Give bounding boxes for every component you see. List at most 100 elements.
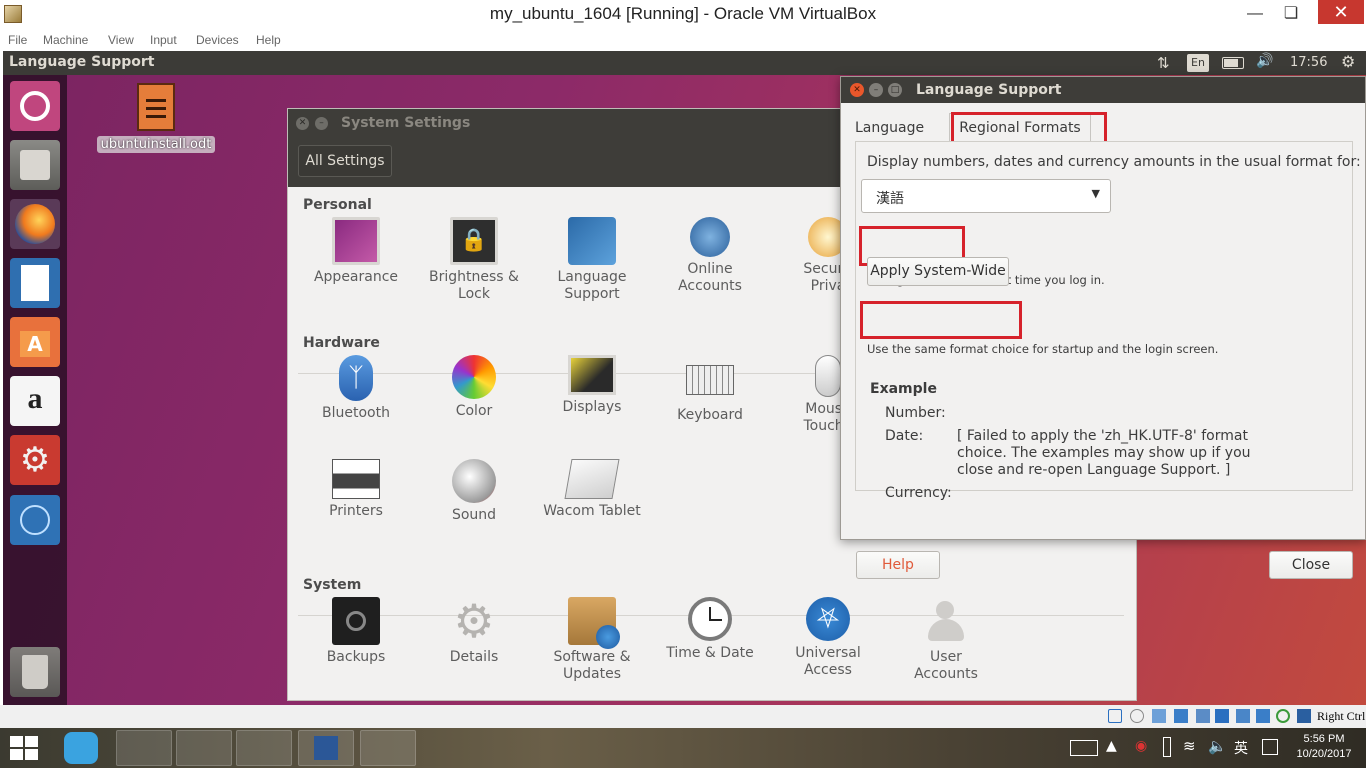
section-hardware: Hardware <box>303 335 380 351</box>
taskbar-file-explorer[interactable] <box>236 730 292 766</box>
action-center-icon[interactable] <box>1262 739 1278 755</box>
settings-item-brightness-lock[interactable]: 🔒 Brightness & Lock <box>415 217 533 303</box>
settings-item-time-date[interactable]: Time & Date <box>651 597 769 662</box>
settings-item-printers[interactable]: Printers <box>297 459 415 520</box>
item-label-line2: Lock <box>458 286 490 302</box>
item-label-line2: Support <box>564 286 620 302</box>
input-method-indicator[interactable]: En <box>1187 54 1209 72</box>
keyboard-icon[interactable] <box>1070 740 1098 756</box>
settings-item-keyboard[interactable]: Keyboard <box>651 355 769 424</box>
taskbar-date: 10/20/2017 <box>1296 748 1352 760</box>
host-key-label[interactable]: Right Ctrl <box>1317 709 1365 724</box>
settings-item-displays[interactable]: Displays <box>533 355 651 416</box>
all-settings-button[interactable]: All Settings <box>298 145 392 177</box>
format-select[interactable]: 漢語 ▼ <box>861 179 1111 213</box>
menu-help[interactable]: Help <box>256 33 281 47</box>
clock[interactable]: 17:56 <box>1290 55 1327 70</box>
taskbar-clock[interactable]: 5:56 PM 10/20/2017 <box>1292 732 1356 762</box>
minimize-icon[interactable]: – <box>315 117 328 130</box>
recording-icon[interactable] <box>1256 709 1270 723</box>
settings-item-universal-access[interactable]: ⛧ Universal Access <box>769 597 887 679</box>
amazon-icon[interactable]: a <box>10 376 60 426</box>
trash-icon[interactable] <box>10 647 60 697</box>
universal-access-icon: ⛧ <box>806 597 850 641</box>
item-label: Appearance <box>313 269 399 285</box>
settings-item-backups[interactable]: Backups <box>297 597 415 666</box>
appearance-icon <box>332 217 380 265</box>
settings-item-language-support[interactable]: Language Support <box>533 217 651 303</box>
volume-icon[interactable]: 🔈 <box>1208 737 1227 755</box>
gear-icon[interactable]: ⚙ <box>1341 52 1355 71</box>
tab-language[interactable]: Language <box>855 120 924 136</box>
keyboard-icon <box>686 365 734 395</box>
item-label: Keyboard <box>677 407 743 423</box>
settings-item-wacom-tablet[interactable]: Wacom Tablet <box>533 459 651 520</box>
shared-folders-icon[interactable] <box>1215 709 1229 723</box>
menu-devices[interactable]: Devices <box>196 33 239 47</box>
tray-arrow-icon[interactable]: ▲ <box>1106 738 1117 754</box>
mouse-integration-icon[interactable] <box>1297 709 1311 723</box>
antivirus-icon[interactable]: ◉ <box>1135 738 1147 754</box>
taskbar-virtualbox[interactable] <box>176 730 232 766</box>
help-button[interactable]: Help <box>856 551 940 579</box>
taskbar-word[interactable] <box>298 730 354 766</box>
display-icon[interactable] <box>1236 709 1250 723</box>
ubuntu-guest-screen: Language Support ⇅ En 🔊 17:56 ⚙ A a ⚙ ub… <box>3 51 1366 705</box>
maximize-icon[interactable]: ❏ <box>1276 4 1306 24</box>
item-label-line1: Universal <box>795 645 861 661</box>
apply-system-wide-button[interactable]: Apply System-Wide <box>867 257 1009 286</box>
settings-item-sound[interactable]: Sound <box>415 459 533 524</box>
storage-icon[interactable] <box>1108 709 1122 723</box>
cpu-icon[interactable] <box>1276 709 1290 723</box>
firefox-icon[interactable] <box>10 199 60 249</box>
close-button[interactable]: Close <box>1269 551 1353 579</box>
taskbar-paint[interactable] <box>360 730 416 766</box>
close-icon[interactable]: ✕ <box>296 117 309 130</box>
close-icon[interactable]: ✕ <box>850 83 864 97</box>
active-window-title: Language Support <box>9 54 155 70</box>
settings-item-online-accounts[interactable]: Online Accounts <box>651 217 769 295</box>
battery-icon[interactable] <box>1163 737 1171 757</box>
windows-taskbar: ▲ ◉ ≋ 🔈 英 5:56 PM 10/20/2017 <box>0 728 1366 768</box>
minimize-icon[interactable]: — <box>1240 4 1270 24</box>
audio-icon[interactable] <box>1152 709 1166 723</box>
settings-item-color[interactable]: Color <box>415 355 533 420</box>
language-support-launcher-icon[interactable] <box>10 495 60 545</box>
item-label-line2: Accounts <box>678 278 742 294</box>
menu-machine[interactable]: Machine <box>43 33 88 47</box>
example-heading: Example <box>870 381 937 397</box>
menu-view[interactable]: View <box>108 33 134 47</box>
windows-start-icon[interactable] <box>10 736 38 760</box>
desktop-file[interactable]: ubuntuinstall.odt <box>91 81 221 161</box>
settings-item-software-updates[interactable]: Software & Updates <box>533 597 651 683</box>
close-window-button[interactable]: ✕ <box>1318 0 1364 24</box>
files-icon[interactable] <box>10 140 60 190</box>
ime-indicator[interactable]: 英 <box>1234 738 1248 758</box>
settings-item-user-accounts[interactable]: User Accounts <box>887 597 1005 683</box>
settings-item-appearance[interactable]: Appearance <box>297 217 415 286</box>
usb-icon[interactable] <box>1196 709 1210 723</box>
optical-drive-icon[interactable] <box>1130 709 1144 723</box>
maximize-icon[interactable]: □ <box>888 83 902 97</box>
dash-home-icon[interactable] <box>10 81 60 131</box>
wifi-icon[interactable]: ≋ <box>1183 737 1196 755</box>
volume-icon[interactable]: 🔊 <box>1256 53 1273 69</box>
menu-file[interactable]: File <box>8 33 27 47</box>
currency-label: Currency: <box>885 485 952 501</box>
libreoffice-writer-icon[interactable] <box>10 258 60 308</box>
settings-item-details[interactable]: ⚙ Details <box>415 597 533 666</box>
system-settings-launcher-icon[interactable]: ⚙ <box>10 435 60 485</box>
menu-input[interactable]: Input <box>150 33 177 47</box>
minimize-icon[interactable]: – <box>869 83 883 97</box>
item-label-line1: User <box>930 649 962 665</box>
taskbar-app-1[interactable] <box>116 730 172 766</box>
network-icon[interactable]: ⇅ <box>1157 54 1170 72</box>
software-center-icon[interactable]: A <box>10 317 60 367</box>
settings-item-bluetooth[interactable]: ᛉ Bluetooth <box>297 355 415 422</box>
format-description: Display numbers, dates and currency amou… <box>867 154 1361 170</box>
date-value-line2: choice. The examples may show up if you <box>957 445 1251 461</box>
battery-icon[interactable] <box>1222 57 1244 69</box>
network-adapter-icon[interactable] <box>1174 709 1188 723</box>
online-accounts-icon <box>690 217 730 257</box>
app-shortcut-icon[interactable] <box>64 732 98 764</box>
